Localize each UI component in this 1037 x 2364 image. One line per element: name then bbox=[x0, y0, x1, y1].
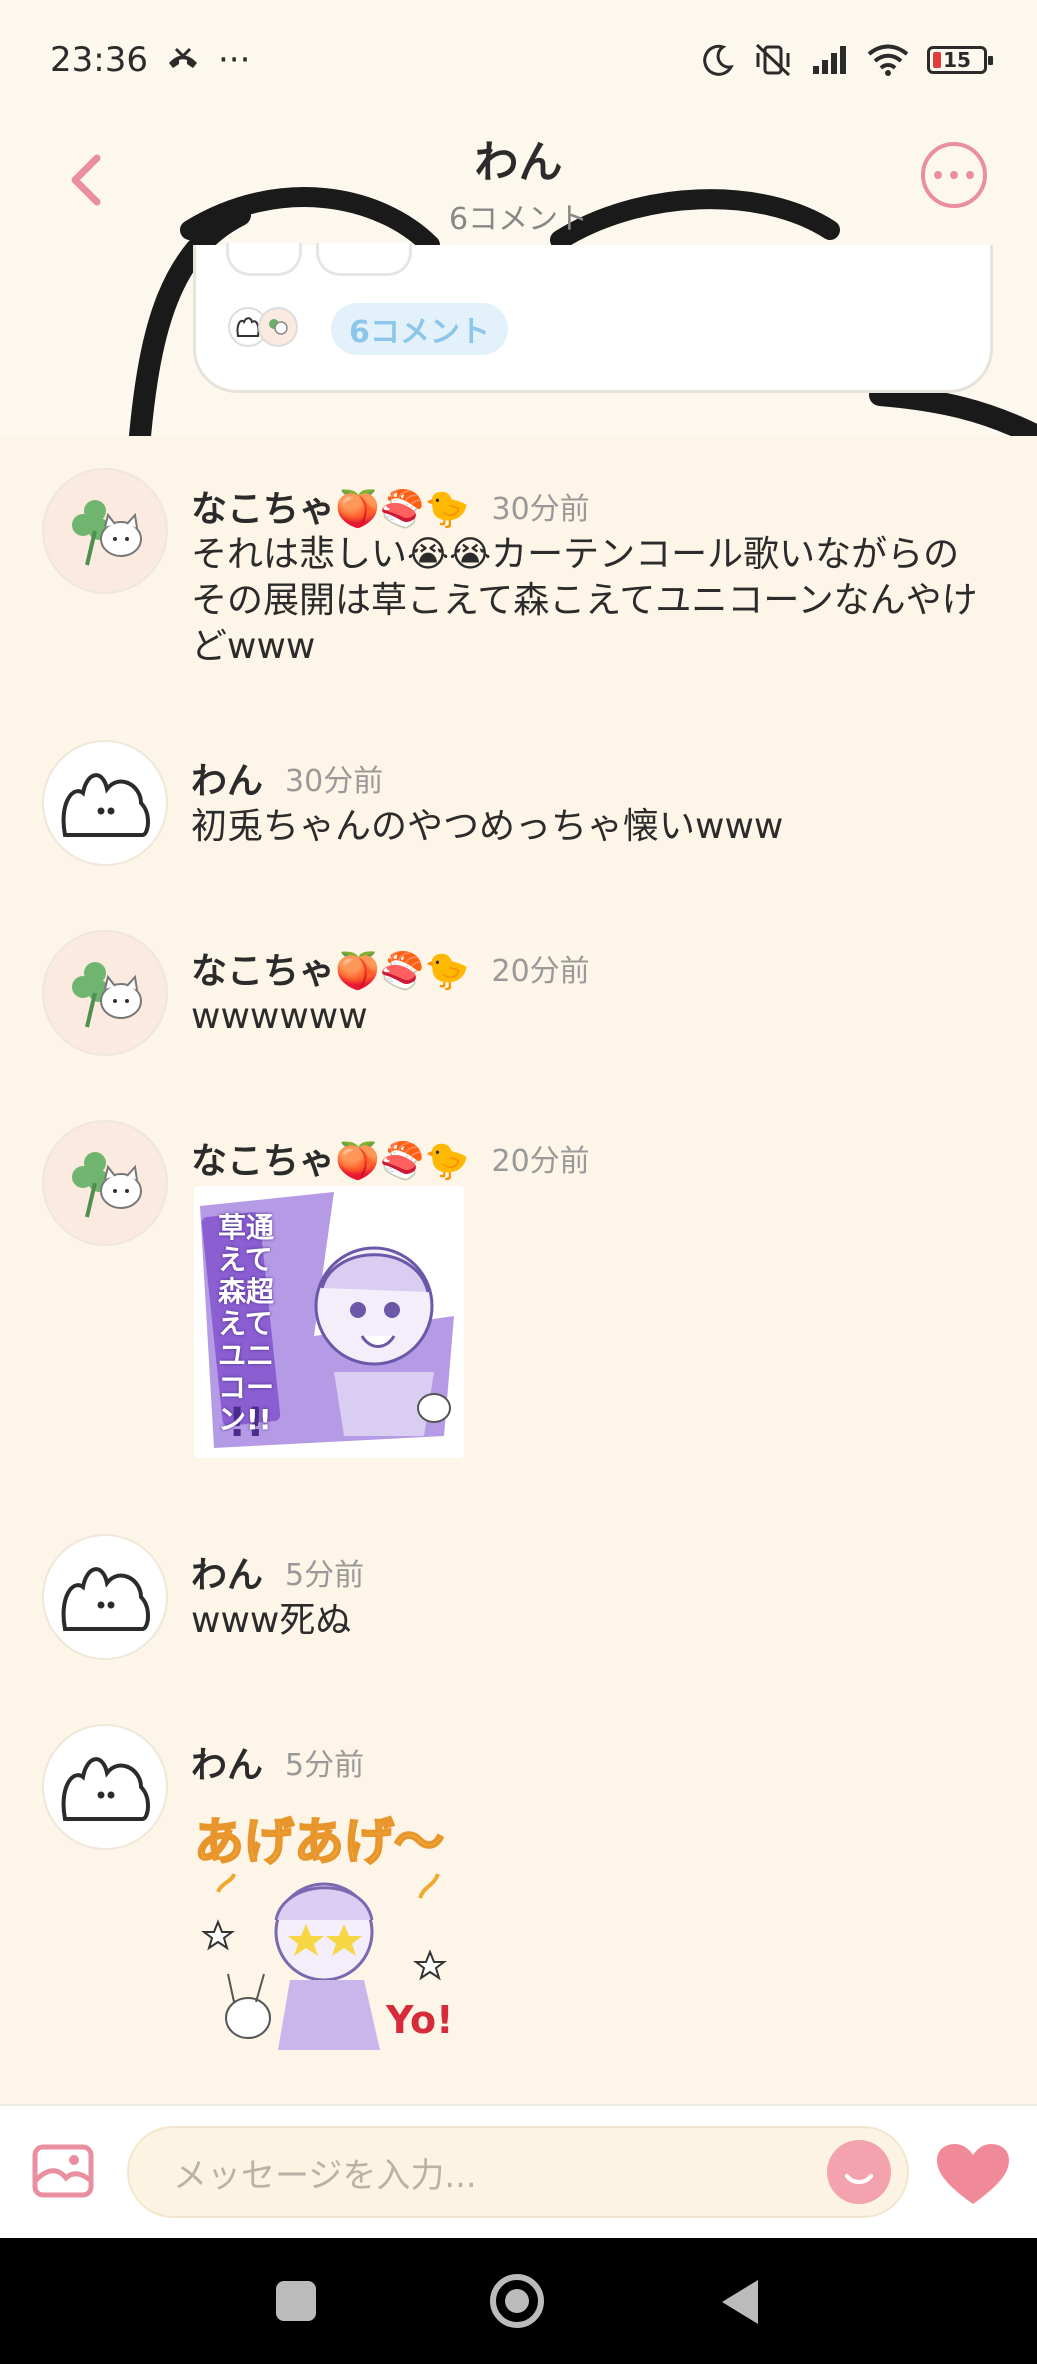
comment-header: わん 5分前 bbox=[191, 1736, 364, 1788]
sticker-image[interactable]: あげあげ〜 Yo! bbox=[194, 1802, 464, 2050]
emoji-button[interactable] bbox=[827, 2140, 891, 2204]
battery-level: 15 bbox=[943, 48, 971, 72]
message-placeholder: メッセージを入力... bbox=[173, 2155, 477, 2196]
comment-author[interactable]: なこちゃ🍑🍣🐤 bbox=[191, 480, 469, 532]
user-avatar-bunny[interactable] bbox=[44, 742, 166, 864]
comment-header: わん 5分前 bbox=[191, 1546, 364, 1598]
comment-time: 5分前 bbox=[285, 1748, 365, 1783]
comment-time: 5分前 bbox=[285, 1558, 365, 1593]
user-avatar-bunny[interactable] bbox=[44, 1536, 166, 1658]
commenter-avatars bbox=[228, 307, 298, 347]
comment-time: 20分前 bbox=[491, 1144, 590, 1179]
status-more: ··· bbox=[217, 40, 251, 80]
signal-icon bbox=[813, 46, 846, 74]
user-avatar-bunny[interactable] bbox=[44, 1726, 166, 1848]
comment-author[interactable]: わん bbox=[191, 1546, 263, 1598]
heart-icon bbox=[937, 2144, 1009, 2204]
wifi-icon bbox=[867, 44, 909, 76]
cat-clover-icon bbox=[72, 1152, 142, 1218]
like-button[interactable] bbox=[935, 2142, 1011, 2208]
reaction-chip[interactable] bbox=[226, 243, 302, 276]
dot bbox=[966, 171, 974, 179]
message-input-bar: メッセージを入力... bbox=[0, 2104, 1037, 2240]
comment-list: なこちゃ🍑🍣🐤 30分前 それは悲しい😭😭カーテンコール歌いながらのその展開は草… bbox=[0, 436, 1037, 2106]
user-avatar-cat[interactable] bbox=[44, 932, 166, 1054]
bunny-blob-icon bbox=[61, 773, 150, 837]
comment-text: www死ぬ bbox=[191, 1600, 352, 1641]
bunny-blob-icon bbox=[61, 1757, 150, 1821]
comment-text: wwwwww bbox=[191, 996, 368, 1037]
moon-icon bbox=[703, 44, 734, 76]
comment-author[interactable]: なこちゃ🍑🍣🐤 bbox=[191, 1132, 469, 1184]
dot bbox=[950, 171, 958, 179]
comment-text: 初兎ちゃんのやつめっちゃ懐いwww bbox=[191, 806, 784, 847]
reaction-chip[interactable] bbox=[316, 243, 412, 276]
missed-call-icon bbox=[168, 47, 197, 68]
image-icon bbox=[32, 2144, 94, 2198]
page-subtitle: 6コメント bbox=[448, 202, 589, 237]
comment-author[interactable]: なこちゃ🍑🍣🐤 bbox=[191, 942, 469, 994]
cat-avatar-mini bbox=[258, 307, 298, 347]
comment-time: 20分前 bbox=[491, 954, 590, 989]
comment-header: なこちゃ🍑🍣🐤 20分前 bbox=[191, 942, 590, 994]
recents-button[interactable] bbox=[276, 2281, 316, 2321]
system-nav-bar bbox=[0, 2238, 1037, 2364]
sticker-caption: 草通えて森超えてユニコーン!! bbox=[218, 1211, 275, 1436]
status-bar: 23:36 ··· 15 bbox=[0, 0, 1037, 120]
comment-time: 30分前 bbox=[491, 492, 590, 527]
message-input[interactable]: メッセージを入力... bbox=[127, 2126, 909, 2218]
bunny-blob-icon bbox=[61, 1567, 150, 1631]
top-area: 23:36 ··· 15 わん 6コメント 6コメント bbox=[0, 0, 1037, 436]
home-button[interactable] bbox=[490, 2274, 544, 2328]
vibrate-off-icon bbox=[755, 43, 791, 77]
image-attach-button[interactable] bbox=[32, 2144, 94, 2198]
battery-icon: 15 bbox=[927, 46, 993, 74]
more-options-button[interactable] bbox=[921, 142, 987, 208]
comment-count-pill[interactable]: 6コメント bbox=[331, 303, 508, 355]
page-title: わん bbox=[474, 137, 563, 188]
user-avatar-cat[interactable] bbox=[44, 1122, 166, 1244]
comment-text: それは悲しい😭😭カーテンコール歌いながらのその展開は草こえて森こえてユニコーンな… bbox=[191, 534, 978, 667]
clock: 23:36 bbox=[50, 40, 148, 80]
comment-author[interactable]: わん bbox=[191, 752, 263, 804]
comment-header: なこちゃ🍑🍣🐤 30分前 bbox=[191, 480, 590, 532]
cat-clover-icon bbox=[72, 500, 142, 566]
title-block: わん 6コメント bbox=[0, 120, 1037, 238]
sticker-image[interactable]: !! 草通えて森超えてユニコーン!! bbox=[194, 1186, 464, 1458]
post-card[interactable]: 6コメント bbox=[193, 243, 993, 393]
comment-header: なこちゃ🍑🍣🐤 20分前 bbox=[191, 1132, 590, 1184]
smile-icon bbox=[845, 2174, 873, 2184]
comment-header: わん 30分前 bbox=[191, 752, 383, 804]
user-avatar-cat[interactable] bbox=[44, 470, 166, 592]
cat-clover-icon bbox=[72, 962, 142, 1028]
header: わん 6コメント bbox=[0, 120, 1037, 245]
comment-author[interactable]: わん bbox=[191, 1736, 263, 1788]
dot bbox=[934, 171, 942, 179]
system-back-button[interactable] bbox=[722, 2280, 758, 2324]
comment-time: 30分前 bbox=[285, 764, 384, 799]
sticker-tag: Yo! bbox=[386, 1998, 454, 2042]
